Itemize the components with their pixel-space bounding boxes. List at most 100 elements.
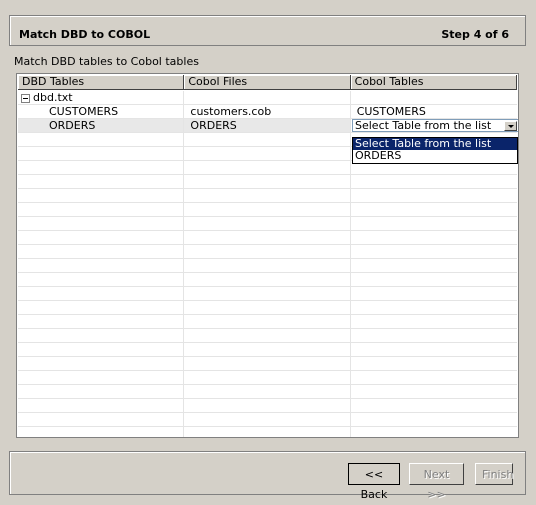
empty-cell [18, 427, 185, 437]
cobol-table-cell[interactable]: CUSTOMERS [351, 105, 517, 118]
column-header-dbd-tables[interactable]: DBD Tables [18, 75, 185, 90]
empty-cell [18, 357, 185, 370]
empty-cell [351, 301, 517, 314]
wizard-title: Match DBD to COBOL [19, 28, 151, 41]
dbd-table-cell: ORDERS [18, 119, 185, 132]
table-row[interactable]: ORDERS ORDERS Select Table from the list [18, 119, 518, 133]
empty-cell [184, 385, 351, 398]
wizard-header: Match DBD to COBOL Step 4 of 6 [9, 15, 526, 46]
empty-cell [18, 301, 185, 314]
dropdown-option-orders[interactable]: ORDERS [353, 150, 517, 162]
table-row[interactable]: CUSTOMERS customers.cob CUSTOMERS [18, 105, 517, 119]
empty-cell [351, 259, 517, 272]
empty-row [18, 385, 517, 399]
empty-cell [18, 147, 185, 160]
empty-row [18, 399, 517, 413]
dbd-table-cell: CUSTOMERS [18, 105, 185, 118]
empty-cell [184, 259, 351, 272]
empty-row [18, 287, 517, 301]
empty-cell [351, 399, 517, 412]
empty-row [18, 189, 517, 203]
column-header-cobol-tables[interactable]: Cobol Tables [350, 75, 517, 90]
empty-cell [351, 189, 517, 202]
page-subtitle: Match DBD tables to Cobol tables [14, 55, 199, 68]
empty-row [18, 329, 517, 343]
empty-row [18, 203, 517, 217]
empty-row [18, 175, 517, 189]
empty-cell [18, 217, 185, 230]
empty-row [18, 217, 517, 231]
cobol-file-cell [184, 91, 351, 104]
empty-cell [184, 287, 351, 300]
empty-cell [184, 273, 351, 286]
empty-cell [18, 273, 185, 286]
wizard-footer: << Back Next >> Finish [9, 451, 526, 501]
empty-cell [184, 147, 351, 160]
empty-row [18, 413, 517, 427]
empty-cell [184, 371, 351, 384]
empty-cell [351, 357, 517, 370]
empty-cell [18, 245, 185, 258]
finish-button[interactable]: Finish [475, 463, 513, 485]
empty-cell [18, 189, 185, 202]
empty-cell [351, 175, 517, 188]
empty-cell [184, 133, 351, 146]
empty-cell [184, 203, 351, 216]
empty-cell [351, 427, 517, 437]
empty-cell [184, 329, 351, 342]
empty-cell [18, 315, 185, 328]
empty-row [18, 343, 517, 357]
table-header: DBD Tables Cobol Files Cobol Tables [18, 75, 517, 90]
empty-cell [184, 301, 351, 314]
empty-cell [184, 217, 351, 230]
empty-cell [184, 427, 351, 437]
empty-cell [351, 287, 517, 300]
empty-cell [18, 343, 185, 356]
mapping-table: DBD Tables Cobol Files Cobol Tables dbd.… [16, 73, 519, 438]
empty-cell [351, 385, 517, 398]
empty-cell [351, 245, 517, 258]
empty-row [18, 427, 517, 437]
empty-cell [18, 133, 185, 146]
next-button[interactable]: Next >> [409, 463, 464, 501]
empty-cell [184, 343, 351, 356]
empty-cell [184, 231, 351, 244]
empty-cell [184, 245, 351, 258]
empty-cell [184, 315, 351, 328]
empty-row [18, 357, 517, 371]
empty-cell [351, 203, 517, 216]
empty-cell [18, 413, 185, 426]
empty-row [18, 273, 517, 287]
empty-cell [18, 371, 185, 384]
empty-cell [18, 231, 185, 244]
empty-cell [18, 203, 185, 216]
empty-cell [351, 343, 517, 356]
chevron-down-icon[interactable] [504, 121, 517, 131]
empty-cell [184, 357, 351, 370]
empty-row [18, 301, 517, 315]
collapse-icon[interactable] [21, 93, 30, 103]
empty-cell [351, 413, 517, 426]
dbd-file-name: dbd.txt [33, 91, 73, 104]
empty-cell [18, 175, 185, 188]
empty-cell [184, 413, 351, 426]
empty-row [18, 231, 517, 245]
empty-cell [18, 259, 185, 272]
cobol-table-select[interactable]: Select Table from the list [352, 119, 518, 132]
empty-row [18, 371, 517, 385]
back-button[interactable]: << Back [348, 463, 400, 501]
table-row[interactable]: dbd.txt [18, 91, 517, 105]
dbd-tree-node[interactable]: dbd.txt [18, 91, 185, 104]
cobol-file-cell: ORDERS [184, 119, 351, 132]
cobol-table-dropdown: Select Table from the list ORDERS [352, 137, 518, 164]
empty-cell [18, 161, 185, 174]
empty-cell [351, 273, 517, 286]
empty-cell [18, 329, 185, 342]
empty-row [18, 245, 517, 259]
cobol-file-cell: customers.cob [184, 105, 351, 118]
empty-cell [184, 175, 351, 188]
column-header-cobol-files[interactable]: Cobol Files [184, 75, 351, 90]
empty-row [18, 315, 517, 329]
empty-cell [351, 217, 517, 230]
empty-cell [351, 329, 517, 342]
